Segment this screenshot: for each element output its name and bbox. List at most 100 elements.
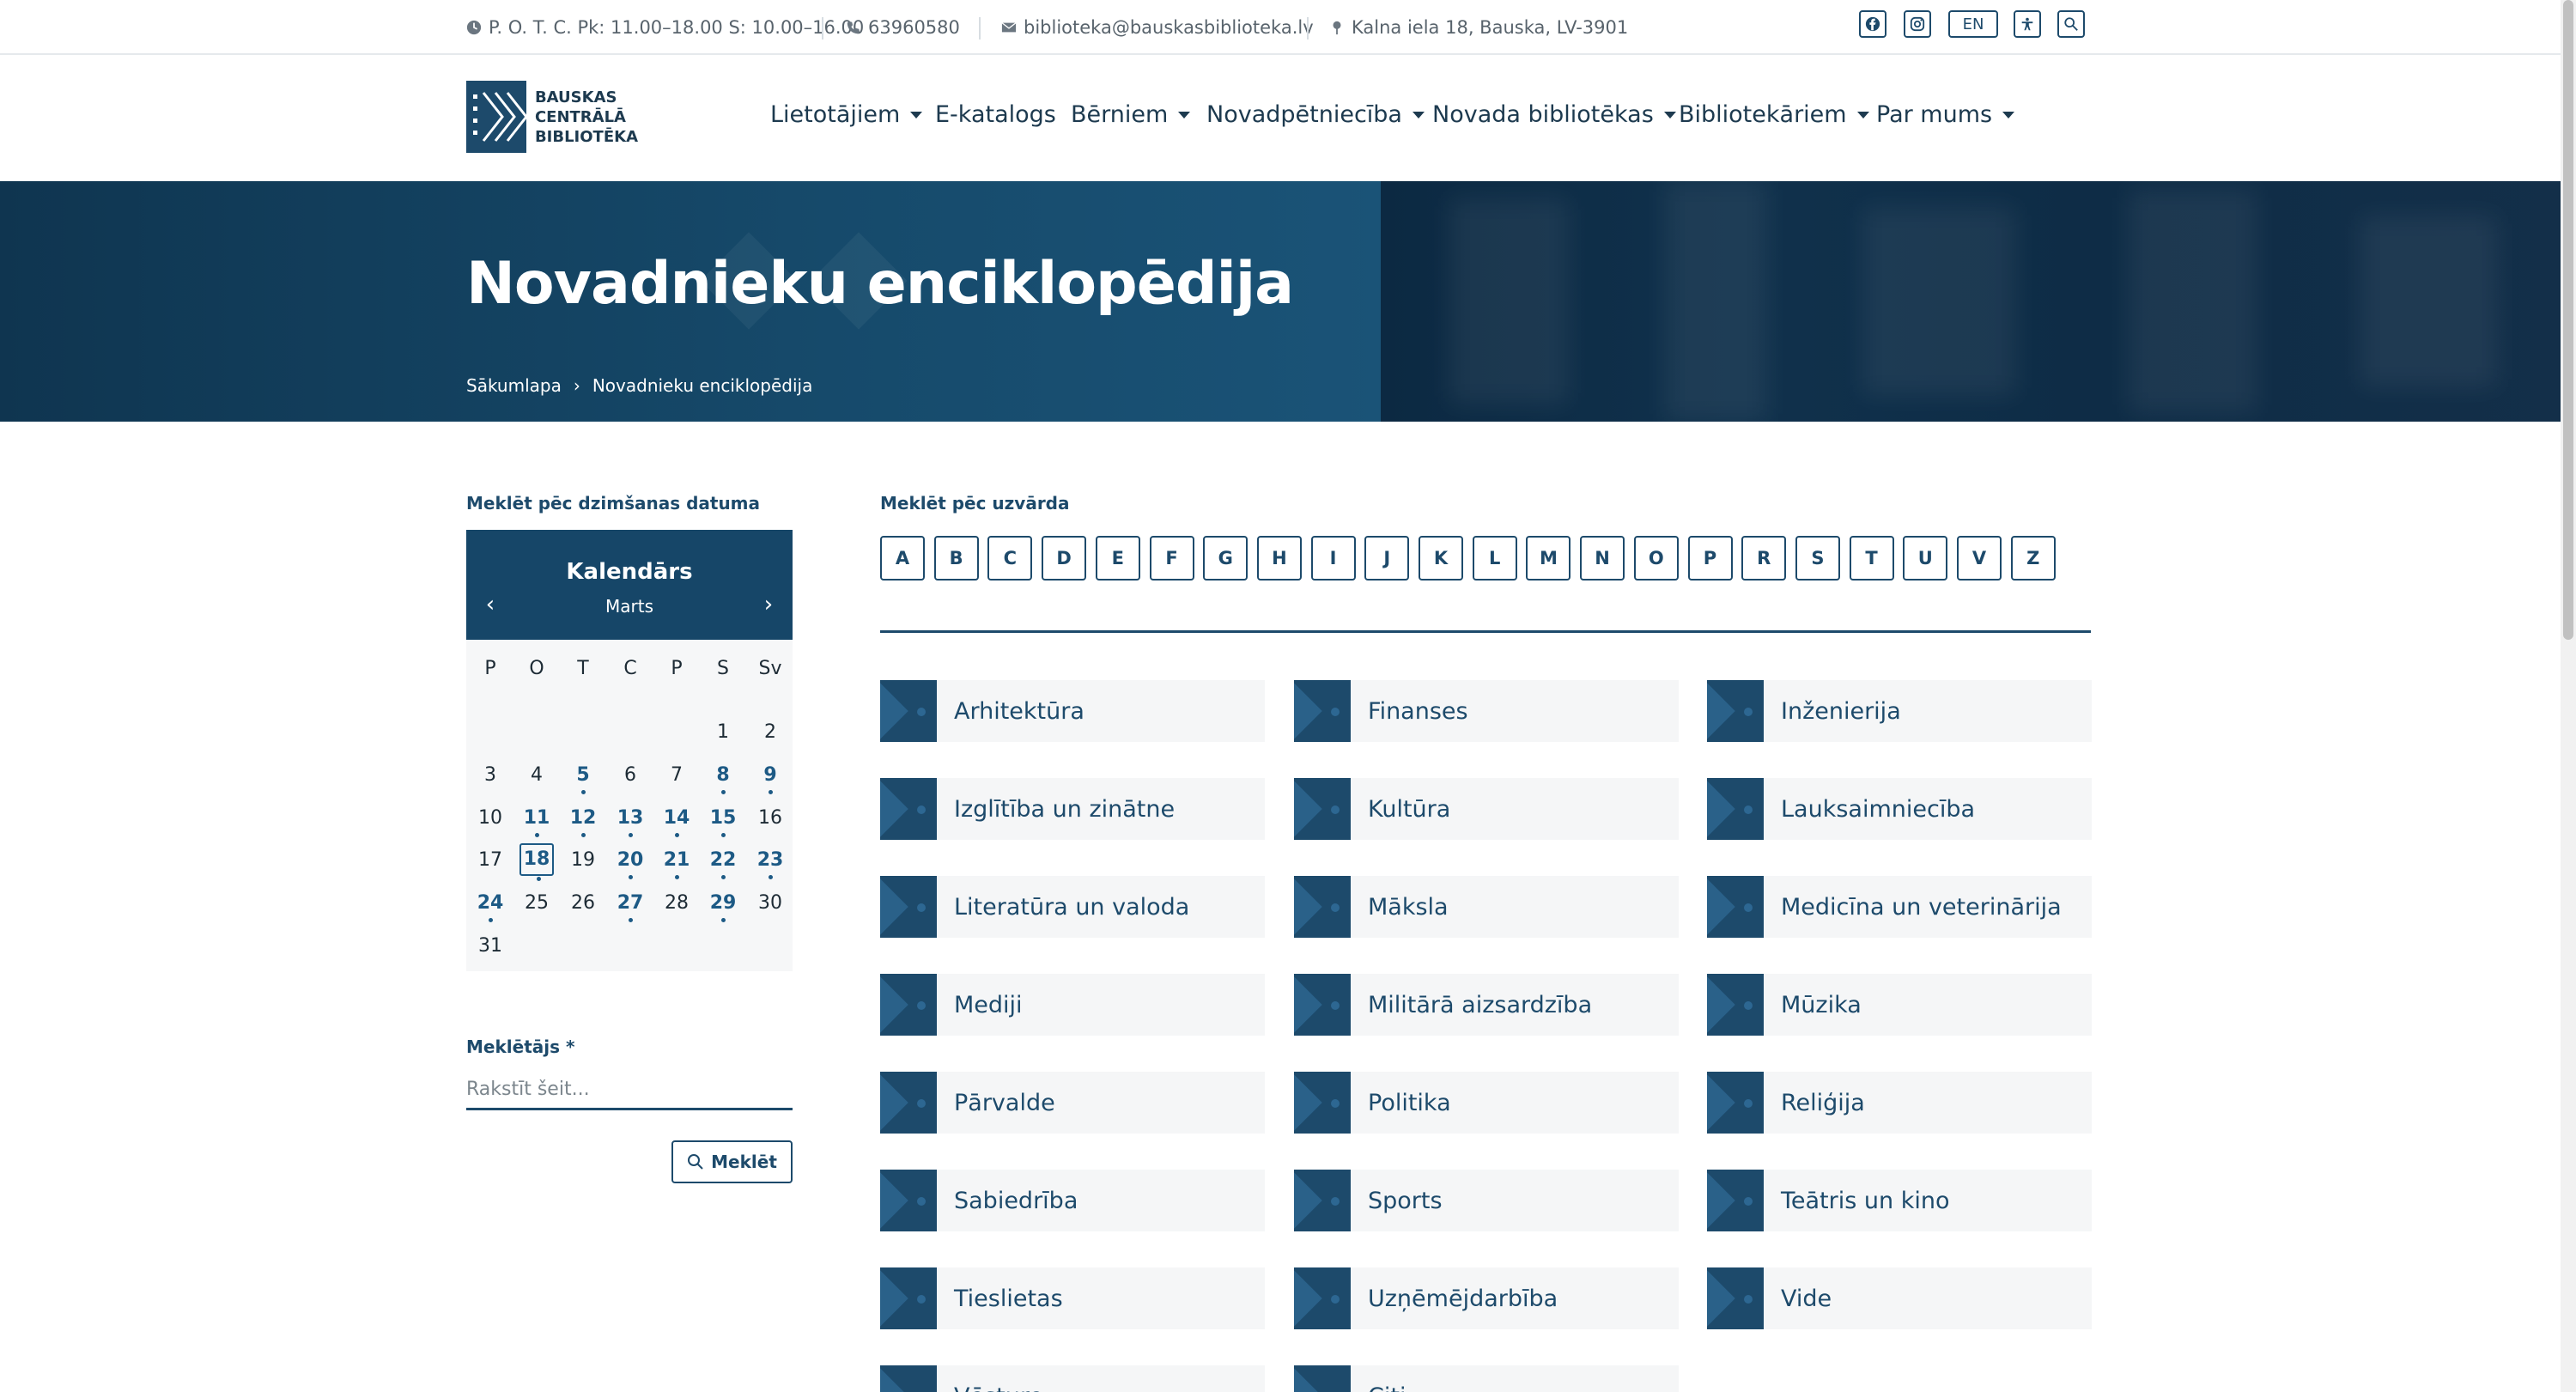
nav-label: Par mums xyxy=(1876,101,1993,128)
letter-button-c[interactable]: C xyxy=(987,536,1033,581)
category-label: Mūzika xyxy=(1781,991,1862,1018)
calendar-day-20[interactable]: 20 xyxy=(613,843,647,879)
nav-item-berniem[interactable]: Bērniem xyxy=(1071,101,1191,128)
letter-button-v[interactable]: V xyxy=(1957,536,2002,581)
address-link[interactable]: Kalna iela 18, Bauska, LV-3901 xyxy=(1329,17,1628,38)
facebook-icon xyxy=(1865,16,1880,32)
instagram-button[interactable] xyxy=(1904,10,1931,38)
section-divider xyxy=(880,630,2091,633)
letter-button-o[interactable]: O xyxy=(1633,536,1679,581)
search-input[interactable] xyxy=(466,1071,793,1110)
category-tile[interactable]: Sabiedrība xyxy=(880,1170,1265,1231)
category-tile[interactable]: Izglītība un zinātne xyxy=(880,778,1265,840)
phone-link[interactable]: 63960580 xyxy=(846,17,960,38)
category-arrow-icon xyxy=(1707,1267,1764,1329)
calendar-title: Kalendārs xyxy=(566,559,693,585)
letter-button-n[interactable]: N xyxy=(1580,536,1625,581)
calendar-day-5[interactable]: 5 xyxy=(566,758,600,794)
facebook-button[interactable] xyxy=(1859,10,1886,38)
calendar-day-23[interactable]: 23 xyxy=(753,843,787,879)
calendar-day-8[interactable]: 8 xyxy=(706,758,740,794)
scrollbar-thumb[interactable] xyxy=(2563,0,2573,640)
category-tile[interactable]: Inženierija xyxy=(1707,680,2092,742)
category-tile[interactable]: Reliģija xyxy=(1707,1072,2092,1134)
search-button[interactable]: Meklēt xyxy=(671,1140,793,1183)
letter-button-k[interactable]: K xyxy=(1419,536,1463,581)
nav-item-bibliotekariem[interactable]: Bibliotekāriem xyxy=(1679,101,1869,128)
category-tile[interactable]: Finanses xyxy=(1294,680,1679,742)
category-tile[interactable]: Pārvalde xyxy=(880,1072,1265,1134)
calendar-day-28: 28 xyxy=(665,892,689,914)
calendar-day-24[interactable]: 24 xyxy=(473,886,507,922)
category-tile[interactable]: Arhitektūra xyxy=(880,680,1265,742)
calendar-day-29[interactable]: 29 xyxy=(706,886,740,922)
category-label: Vide xyxy=(1781,1285,1832,1312)
category-tile[interactable]: Citi xyxy=(1294,1365,1679,1392)
calendar-day-9[interactable]: 9 xyxy=(753,758,787,794)
nav-label: Bērniem xyxy=(1071,101,1169,128)
page-hero: Novadnieku enciklopēdija Sākumlapa › Nov… xyxy=(0,181,2561,422)
letter-button-z[interactable]: Z xyxy=(2010,536,2056,581)
letter-button-t[interactable]: T xyxy=(1849,536,1894,581)
letter-button-r[interactable]: R xyxy=(1741,536,1787,581)
category-label: Mediji xyxy=(954,991,1023,1018)
category-arrow-icon xyxy=(880,1170,937,1231)
category-tile[interactable]: Kultūra xyxy=(1294,778,1679,840)
category-label: Pārvalde xyxy=(954,1089,1055,1116)
letter-button-b[interactable]: B xyxy=(933,536,979,581)
letter-button-u[interactable]: U xyxy=(1903,536,1948,581)
letter-button-i[interactable]: I xyxy=(1310,536,1356,581)
category-tile[interactable]: Tieslietas xyxy=(880,1267,1265,1329)
accessibility-icon xyxy=(2021,17,2033,31)
top-contact-bar: P. O. T. C. Pk: 11.00–18.00 S: 10.00–16.… xyxy=(0,0,2561,55)
category-tile[interactable]: Lauksaimniecība xyxy=(1707,778,2092,840)
calendar-day-11[interactable]: 11 xyxy=(519,801,554,837)
nav-item-lietotajiem[interactable]: Lietotājiem xyxy=(770,101,923,128)
letter-button-d[interactable]: D xyxy=(1042,536,1087,581)
category-tile[interactable]: Sports xyxy=(1294,1170,1679,1231)
calendar-day-12[interactable]: 12 xyxy=(566,801,600,837)
calendar-day-21[interactable]: 21 xyxy=(659,843,694,879)
category-arrow-icon xyxy=(1294,876,1351,938)
letter-button-s[interactable]: S xyxy=(1795,536,1840,581)
category-tile[interactable]: Uzņēmējdarbība xyxy=(1294,1267,1679,1329)
category-tile[interactable]: Vēsture xyxy=(880,1365,1265,1392)
calendar-day-27[interactable]: 27 xyxy=(613,886,647,922)
letter-button-m[interactable]: M xyxy=(1526,536,1571,581)
category-tile[interactable]: Mediji xyxy=(880,974,1265,1036)
category-tile[interactable]: Literatūra un valoda xyxy=(880,876,1265,938)
weekday-header: P xyxy=(484,658,496,679)
category-tile[interactable]: Militārā aizsardzība xyxy=(1294,974,1679,1036)
category-tile[interactable]: Vide xyxy=(1707,1267,2092,1329)
category-tile[interactable]: Politika xyxy=(1294,1072,1679,1134)
nav-item-novada-bibliotekas[interactable]: Novada bibliotēkas xyxy=(1432,101,1676,128)
letter-button-e[interactable]: E xyxy=(1095,536,1140,581)
category-tile[interactable]: Teātris un kino xyxy=(1707,1170,2092,1231)
breadcrumb-home-link[interactable]: Sākumlapa xyxy=(466,375,562,396)
letter-button-a[interactable]: A xyxy=(880,536,925,581)
language-switch[interactable]: EN xyxy=(1948,10,1998,38)
category-tile[interactable]: Medicīna un veterinārija xyxy=(1707,876,2092,938)
email-link[interactable]: biblioteka@bauskasbiblioteka.lv xyxy=(1001,17,1314,38)
letter-button-h[interactable]: H xyxy=(1256,536,1302,581)
calendar-day-15[interactable]: 15 xyxy=(706,801,740,837)
category-tile[interactable]: Mūzika xyxy=(1707,974,2092,1036)
search-toggle-button[interactable] xyxy=(2057,10,2085,38)
letter-button-j[interactable]: J xyxy=(1364,536,1410,581)
calendar-day-22[interactable]: 22 xyxy=(706,843,740,879)
calendar-day-14[interactable]: 14 xyxy=(659,801,694,837)
letter-button-f[interactable]: F xyxy=(1149,536,1194,581)
calendar-day-13[interactable]: 13 xyxy=(613,801,647,837)
nav-item-par-mums[interactable]: Par mums xyxy=(1876,101,2015,128)
nav-item-e-katalogs[interactable]: E-katalogs xyxy=(935,101,1056,128)
letter-button-l[interactable]: L xyxy=(1472,536,1517,581)
breadcrumb-current: Novadnieku enciklopēdija xyxy=(592,375,813,396)
letter-button-p[interactable]: P xyxy=(1687,536,1733,581)
nav-item-novadpetnieciba[interactable]: Novadpētniecība xyxy=(1206,101,1425,128)
letter-button-g[interactable]: G xyxy=(1203,536,1249,581)
phone-icon xyxy=(847,21,860,34)
category-tile[interactable]: Māksla xyxy=(1294,876,1679,938)
calendar-day-18[interactable]: 18 xyxy=(519,843,554,881)
accessibility-button[interactable] xyxy=(2014,10,2041,38)
chevron-right-icon[interactable]: › xyxy=(758,593,779,616)
